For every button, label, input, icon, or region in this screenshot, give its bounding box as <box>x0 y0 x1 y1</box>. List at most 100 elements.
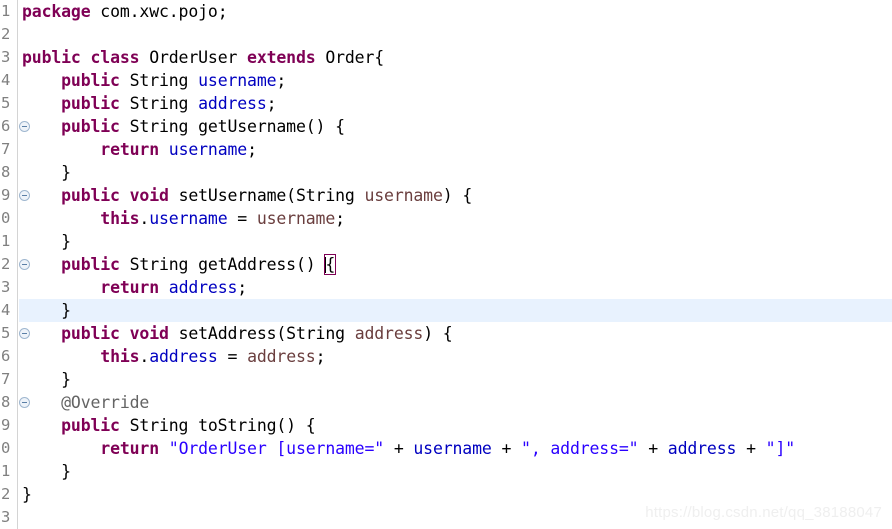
code-token: ) { <box>442 186 473 205</box>
code-token: "OrderUser [username=" <box>168 439 385 458</box>
code-fold-collapse-icon[interactable] <box>19 397 30 408</box>
code-token: public <box>22 48 81 67</box>
code-token: void <box>129 186 169 205</box>
code-token: username <box>168 140 248 159</box>
line-number: 5 <box>0 92 17 115</box>
code-line[interactable]: public String getAddress() { <box>19 253 892 276</box>
line-number: 7 <box>0 138 17 161</box>
line-number-gutter[interactable]: 1 2 3 4 5 6 7 8 9 0 1 2 3 4 5 6 7 8 9 0 1 2 3 <box>0 0 18 529</box>
code-line[interactable]: } <box>19 161 892 184</box>
code-line[interactable]: } <box>19 299 892 322</box>
code-token: ; <box>315 347 326 366</box>
code-token: } <box>22 370 71 389</box>
code-token: public <box>61 416 120 435</box>
line-number: 4 <box>0 69 17 92</box>
code-token: extends <box>247 48 316 67</box>
code-token: } <box>22 232 71 251</box>
code-line[interactable]: public String toString() { <box>19 414 892 437</box>
line-number-label: 5 <box>1 324 11 342</box>
code-token: . <box>139 347 150 366</box>
code-token: this <box>100 209 140 228</box>
code-line[interactable]: public String getUsername() { <box>19 115 892 138</box>
code-line[interactable]: public void setUsername(String username)… <box>19 184 892 207</box>
code-text-area[interactable]: package com.xwc.pojo; public class OrderU… <box>19 0 892 529</box>
line-number: 2 <box>0 23 17 46</box>
code-line[interactable]: public class OrderUser extends Order{ <box>19 46 892 69</box>
code-token: public <box>61 117 120 136</box>
line-number-label: 8 <box>1 393 11 411</box>
line-number-label: 2 <box>1 255 11 273</box>
code-token: return <box>100 439 159 458</box>
code-token: public <box>61 94 120 113</box>
code-line[interactable]: } <box>19 483 892 506</box>
line-number: 1 <box>0 460 17 483</box>
code-line[interactable]: return "OrderUser [username=" + username… <box>19 437 892 460</box>
line-number-label: 6 <box>1 347 11 365</box>
line-number-label: 3 <box>1 278 11 296</box>
code-line[interactable] <box>19 23 892 46</box>
code-token: + <box>638 439 668 458</box>
line-number-label: 1 <box>1 232 11 250</box>
code-token: com.xwc.pojo; <box>90 2 228 21</box>
code-token: void <box>129 324 169 343</box>
code-line[interactable]: } <box>19 460 892 483</box>
code-token: class <box>90 48 140 67</box>
code-line[interactable]: this.username = username; <box>19 207 892 230</box>
line-number: 3 <box>0 46 17 69</box>
code-fold-collapse-icon[interactable] <box>19 259 30 270</box>
line-number-label: 3 <box>1 48 11 66</box>
code-line[interactable]: package com.xwc.pojo; <box>19 0 892 23</box>
code-token: address <box>168 278 238 297</box>
code-token: public <box>61 255 120 274</box>
code-line[interactable]: } <box>19 368 892 391</box>
code-line[interactable]: return username; <box>19 138 892 161</box>
code-token: String <box>119 94 199 113</box>
code-token: String getUsername() { <box>119 117 345 136</box>
code-token: username <box>256 209 336 228</box>
code-fold-collapse-icon[interactable] <box>19 190 30 201</box>
code-token: username <box>149 209 228 228</box>
code-line[interactable]: public String address; <box>19 92 892 115</box>
code-token: setUsername(String <box>168 186 365 205</box>
code-token: } <box>22 163 71 182</box>
code-fold-collapse-icon[interactable] <box>19 121 30 132</box>
line-number: 0 <box>0 207 17 230</box>
code-line[interactable]: public String username; <box>19 69 892 92</box>
code-token: address <box>247 347 316 366</box>
code-token: } <box>22 462 71 481</box>
code-editor[interactable]: 1 2 3 4 5 6 7 8 9 0 1 2 3 4 5 6 7 8 9 0 1 2 3 package com.xwc.… <box>0 0 892 529</box>
code-token: setAddress(String <box>168 324 355 343</box>
line-number: 3 <box>0 276 17 299</box>
code-line[interactable]: @Override <box>19 391 892 414</box>
line-number-label: 2 <box>1 485 11 503</box>
code-token: ", address=" <box>521 439 639 458</box>
code-line[interactable]: } <box>19 230 892 253</box>
code-token: + <box>491 439 522 458</box>
line-number: 5 <box>0 322 17 345</box>
code-token: public <box>61 324 120 343</box>
code-line[interactable]: this.address = address; <box>19 345 892 368</box>
line-number-label: 9 <box>1 416 11 434</box>
code-line[interactable]: return address; <box>19 276 892 299</box>
code-token: + <box>736 439 766 458</box>
code-token: String getAddress() <box>119 255 326 274</box>
code-token: ; <box>237 278 248 297</box>
line-number: 4 <box>0 299 17 322</box>
code-token: ; <box>247 140 257 159</box>
code-fold-collapse-icon[interactable] <box>19 328 30 339</box>
code-token: + <box>384 439 414 458</box>
line-number: 8 <box>0 161 17 184</box>
code-line[interactable]: public void setAddress(String address) { <box>19 322 892 345</box>
code-token: return <box>100 140 159 159</box>
code-token: String toString() { <box>119 416 316 435</box>
matching-bracket: { <box>324 254 337 275</box>
line-number-label: 7 <box>1 140 11 158</box>
